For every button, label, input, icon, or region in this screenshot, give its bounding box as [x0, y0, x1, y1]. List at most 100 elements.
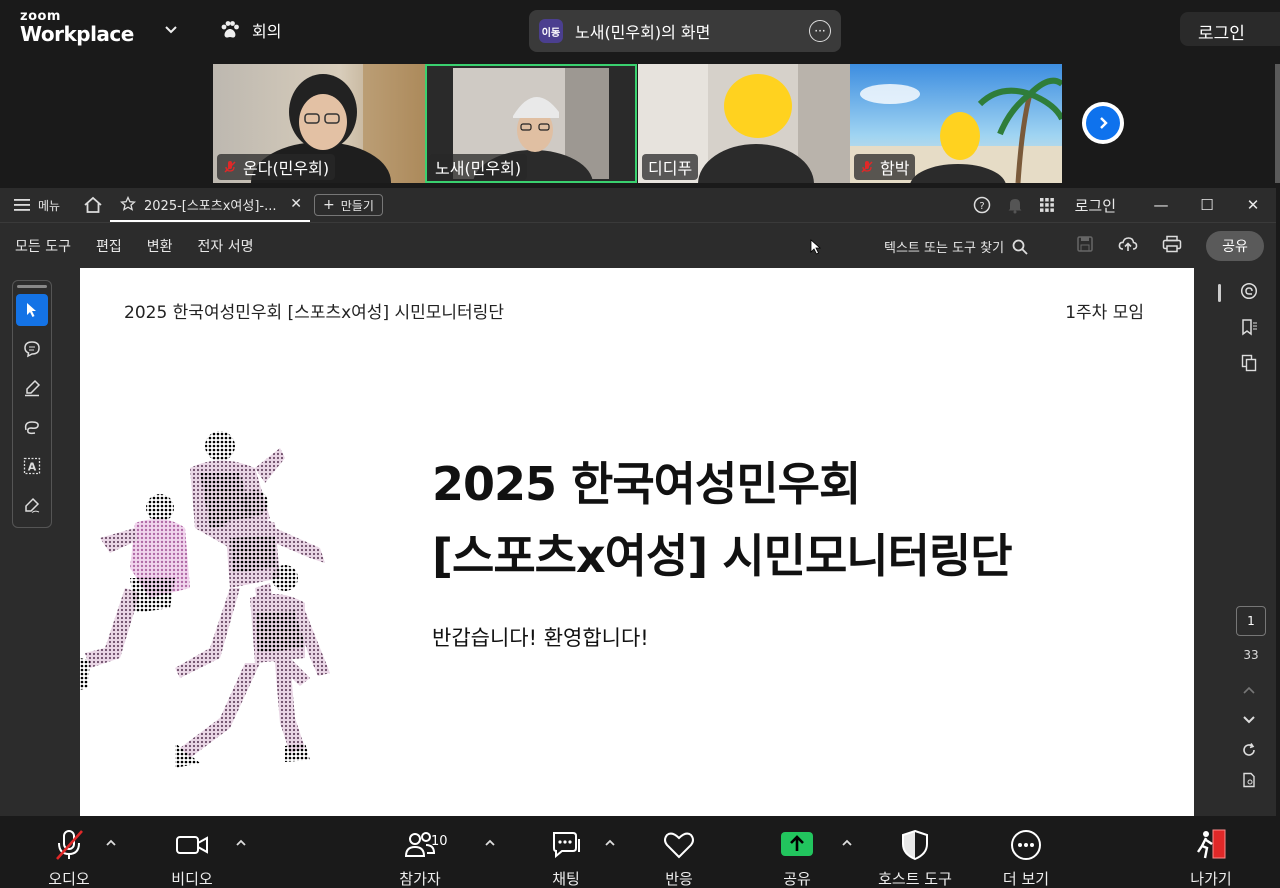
participant-tile[interactable]: 온다(민우회) — [213, 64, 425, 183]
participants-button[interactable]: 10 참가자 — [375, 828, 465, 888]
left-tool-panel: A — [0, 268, 80, 816]
participants-options-caret-icon[interactable] — [483, 836, 497, 850]
hamburger-icon — [14, 199, 30, 211]
total-pages: 33 — [1243, 648, 1259, 662]
leave-button[interactable]: 나가기 — [1166, 828, 1256, 888]
acrobat-window: 메뉴 2025-[스포츠x여성]-... ✕ + 만들기 ? 로그인 — ☐ ✕ — [0, 188, 1276, 816]
sign-tool-button[interactable] — [16, 489, 48, 521]
page-up-icon[interactable] — [1241, 682, 1257, 698]
close-tab-icon[interactable]: ✕ — [290, 196, 302, 212]
text-tool-button[interactable]: A — [16, 450, 48, 482]
svg-text:?: ? — [979, 201, 984, 212]
home-button[interactable] — [76, 196, 110, 214]
chat-button[interactable]: 채팅 — [521, 828, 611, 888]
paw-icon — [221, 21, 239, 38]
runners-illustration — [80, 431, 330, 768]
minimize-button[interactable]: — — [1138, 196, 1184, 214]
acrobat-login-button[interactable]: 로그인 — [1075, 195, 1116, 216]
more-label: 더 보기 — [1002, 870, 1050, 888]
ai-assistant-icon[interactable] — [1240, 282, 1258, 300]
zoom-login-button[interactable]: 로그인 — [1180, 12, 1280, 46]
shield-icon — [902, 829, 928, 861]
text-box-icon: A — [23, 457, 41, 475]
app-badge-text: 이동 — [541, 27, 561, 39]
comment-tool-button[interactable] — [16, 333, 48, 365]
slide-header-right: 1주차 모임 — [1065, 303, 1144, 323]
reactions-button[interactable]: 반응 — [634, 828, 724, 888]
audio-options-caret-icon[interactable] — [104, 836, 118, 850]
more-button[interactable]: 더 보기 — [981, 828, 1071, 888]
tool-esign[interactable]: 전자 서명 — [198, 236, 254, 256]
video-button[interactable]: 비디오 — [147, 828, 237, 888]
create-button[interactable]: + 만들기 — [314, 194, 383, 216]
share-options-caret-icon[interactable] — [840, 836, 854, 850]
search-field[interactable]: 텍스트 또는 도구 찾기 — [884, 237, 1028, 256]
host-tools-label: 호스트 도구 — [878, 870, 952, 888]
help-icon[interactable]: ? — [973, 196, 991, 214]
plus-icon: + — [323, 197, 335, 213]
next-participants-button[interactable] — [1082, 102, 1124, 144]
scrollbar-thumb[interactable] — [1218, 284, 1221, 302]
draw-tool-button[interactable] — [16, 411, 48, 443]
acrobat-toolbar: 모든 도구 편집 변환 전자 서명 텍스트 또는 도구 찾기 공유 — [0, 222, 1276, 268]
pages-icon[interactable] — [1240, 354, 1258, 372]
meeting-label: 회의 — [252, 22, 282, 41]
quick-tools-rail: A — [12, 280, 52, 528]
chevron-down-icon[interactable] — [162, 20, 180, 38]
participant-tile[interactable]: 디디푸 — [638, 64, 850, 183]
star-icon[interactable] — [120, 196, 136, 212]
page-down-icon[interactable] — [1241, 712, 1257, 728]
share-title: 노새(민우회)의 화면 — [575, 23, 711, 42]
heart-icon — [664, 832, 694, 859]
acrobat-title-bar: 메뉴 2025-[스포츠x여성]-... ✕ + 만들기 ? 로그인 — ☐ ✕ — [0, 188, 1276, 222]
video-label: 비디오 — [171, 870, 213, 888]
video-options-caret-icon[interactable] — [234, 836, 248, 850]
slide-title-line-2: [스포츠x여성] 시민모니터링단 — [432, 529, 1013, 583]
print-icon[interactable] — [1162, 235, 1182, 253]
search-placeholder: 텍스트 또는 도구 찾기 — [884, 241, 1005, 256]
freehand-icon — [24, 421, 39, 435]
participant-name: 디디푸 — [648, 159, 693, 178]
participant-tile-active[interactable]: 노새(민우회) — [425, 64, 637, 183]
page-settings-icon[interactable] — [1241, 772, 1257, 788]
more-dots-icon — [1011, 830, 1041, 860]
maximize-button[interactable]: ☐ — [1184, 196, 1230, 214]
rail-grip[interactable] — [17, 285, 47, 288]
tool-all-tools[interactable]: 모든 도구 — [15, 236, 71, 256]
rotate-icon[interactable] — [1241, 742, 1257, 758]
highlight-tool-button[interactable] — [16, 372, 48, 404]
participant-tile[interactable]: 함박 — [850, 64, 1062, 183]
slide-title-line-1: 2025 한국여성민우회 — [432, 457, 861, 511]
menu-label: 메뉴 — [38, 198, 61, 213]
bookmark-icon[interactable] — [1240, 318, 1258, 336]
video-camera-icon — [176, 836, 208, 854]
menu-button[interactable]: 메뉴 — [0, 197, 76, 214]
participant-name-tag: 디디푸 — [642, 154, 699, 180]
select-tool-button[interactable] — [16, 294, 48, 326]
bell-icon[interactable] — [1007, 196, 1023, 214]
chat-options-caret-icon[interactable] — [603, 836, 617, 850]
apps-grid-icon[interactable] — [1039, 197, 1055, 213]
upload-cloud-icon[interactable] — [1118, 235, 1138, 253]
acrobat-share-button[interactable]: 공유 — [1206, 231, 1264, 261]
audio-button[interactable]: 오디오 — [24, 828, 114, 888]
tool-convert[interactable]: 변환 — [147, 236, 173, 256]
document-tab[interactable]: 2025-[스포츠x여성]-... ✕ — [110, 188, 310, 222]
mic-muted-icon — [56, 830, 83, 860]
leave-label: 나가기 — [1190, 870, 1232, 888]
tool-edit[interactable]: 편집 — [96, 236, 122, 256]
more-options-icon[interactable]: ··· — [809, 20, 831, 42]
zoom-top-bar: zoom Workplace 회의 이동 노새(민우회)의 화면 ··· 로그인 — [0, 0, 1280, 60]
slide-subtitle: 반갑습니다! 환영합니다! — [432, 626, 649, 650]
screen-share-indicator[interactable]: 이동 노새(민우회)의 화면 ··· — [529, 10, 841, 52]
meeting-menu[interactable]: 회의 — [218, 18, 281, 42]
share-screen-button[interactable]: 공유 — [752, 828, 842, 888]
participant-name: 온다(민우회) — [243, 159, 330, 178]
zoom-logo: zoom Workplace — [20, 10, 134, 44]
partial-tile — [1275, 64, 1280, 183]
close-window-button[interactable]: ✕ — [1230, 196, 1276, 214]
current-page-input[interactable]: 1 — [1236, 606, 1266, 636]
share-screen-icon — [781, 832, 813, 856]
host-tools-button[interactable]: 호스트 도구 — [870, 828, 960, 888]
save-icon[interactable] — [1076, 235, 1094, 253]
